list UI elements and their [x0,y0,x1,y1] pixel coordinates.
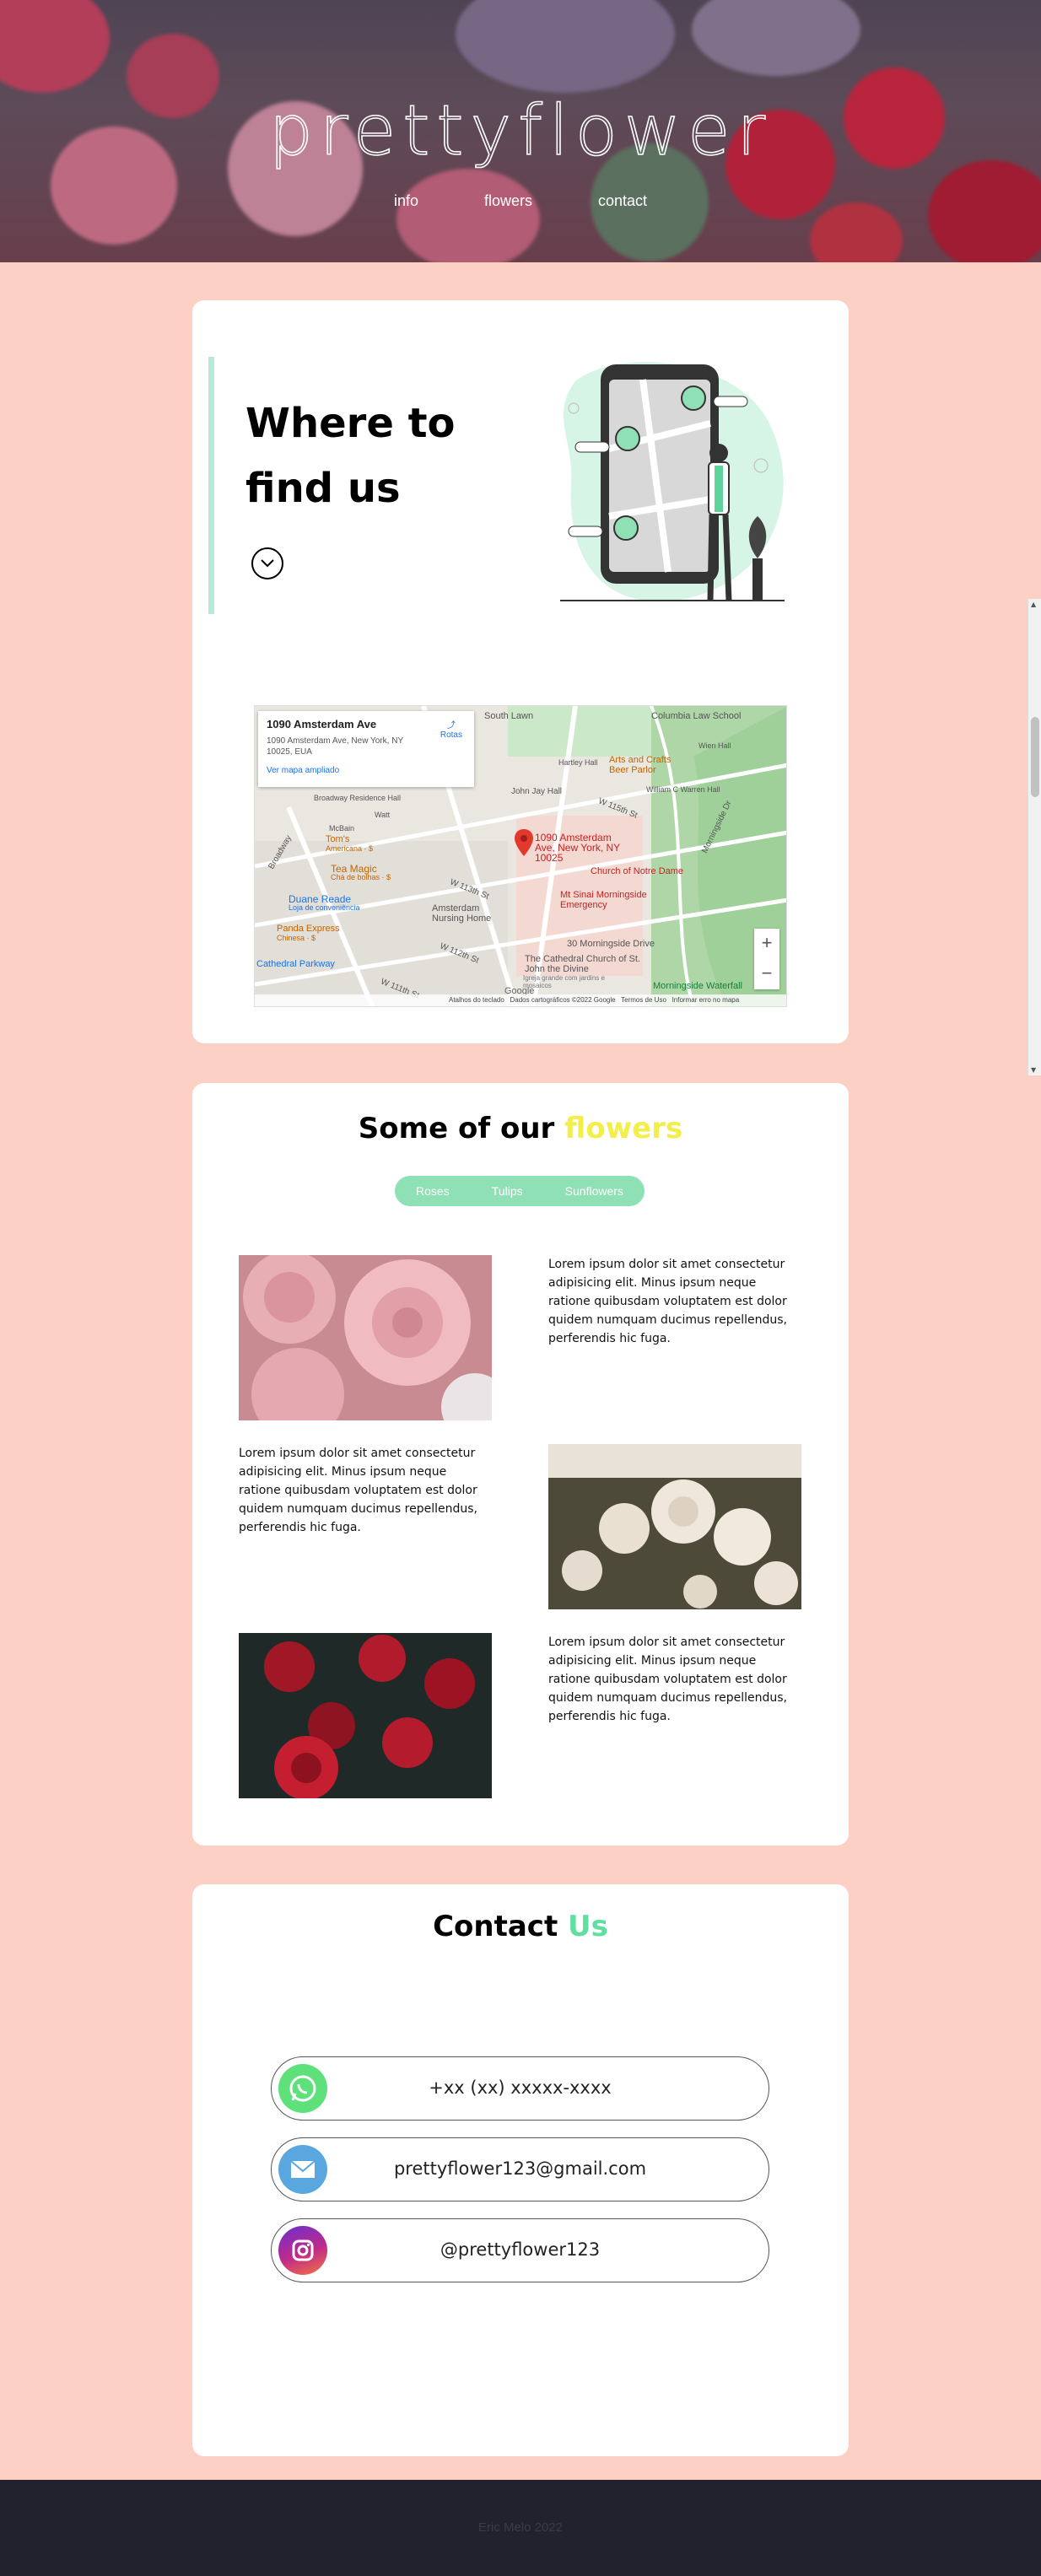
chevron-down-icon [261,559,274,568]
map-label: McBain [329,824,355,833]
contact-title-accent: Us [568,1910,608,1943]
embedded-map[interactable]: 1090 Amsterdam Ave 1090 Amsterdam Ave, N… [254,705,787,1007]
map-attribution: Atalhos do teclado Dados cartográficos ©… [255,994,786,1006]
flower-description: Lorem ipsum dolor sit amet consectetur a… [548,1258,787,1345]
map-label: Chá de bolhas · $ [331,873,391,881]
tab-tulips[interactable]: Tulips [492,1184,523,1198]
larger-map-link[interactable]: Ver mapa ampliado [267,766,466,775]
email-address: prettyflower123@gmail.com [393,2158,647,2179]
contact-title: Contact Us [433,1910,608,1943]
map-data-credit: Dados cartográficos ©2022 Google [510,996,616,1004]
scroll-up-icon[interactable]: ▲ [1031,601,1036,608]
white-roses-image [548,1444,801,1609]
main-nav: info flowers contact [0,192,1041,210]
scrollbar[interactable]: ▲ ▼ [1028,599,1041,1075]
map-label: Panda Express [277,924,340,934]
directions-button[interactable]: ⤴ Rotas [440,718,462,740]
instagram-handle: @prettyflower123 [440,2239,601,2260]
hero-header: prettyflower info flowers contact [0,0,1041,262]
instagram-contact[interactable]: @prettyflower123 [271,2218,769,2282]
map-label: Morningside Waterfall [653,981,742,991]
email-contact[interactable]: prettyflower123@gmail.com [271,2137,769,2201]
map-label: Hartley Hall [558,758,598,767]
report-error-link[interactable]: Informar erro no mapa [672,996,740,1004]
nav-flowers[interactable]: flowers [484,192,532,210]
map-label: 30 Morningside Drive [567,939,655,949]
pin-label: 1090 Amsterdam Ave, New York, NY 10025 [535,832,620,864]
where-card: Where to find us 1090 Amsterdam Ave 1090… [192,300,849,1043]
footer: Eric Melo 2022 [0,2480,1041,2576]
zoom-in-button[interactable]: + [754,929,779,959]
map-label: Watt [375,811,391,819]
footer-credit: Eric Melo 2022 [477,2520,564,2535]
scroll-down-button[interactable] [251,547,283,579]
map-label: William C Warren Hall [646,785,720,794]
map-label: South Lawn [484,711,534,721]
zoom-out-button[interactable]: − [754,959,779,989]
map-person-illustration [560,362,785,602]
map-label: Cathedral Parkway [256,959,335,969]
flowers-title-accent: flowers [564,1112,683,1145]
map-label: Loja de conveniência [289,903,360,912]
map-label: Mt Sinai Morningside Emergency [560,890,647,910]
tab-sunflowers[interactable]: Sunflowers [565,1184,623,1198]
pink-roses-image [239,1255,492,1420]
nav-contact[interactable]: contact [598,192,647,210]
accent-bar [208,357,214,614]
brand-logo: prettyflower [268,90,773,172]
map-label: Tom's [326,834,350,844]
terms-link[interactable]: Termos de Uso [621,996,666,1004]
flowers-card: Some of our flowers Roses Tulips Sunflow… [192,1083,849,1846]
map-label: Wien Hall [698,741,731,750]
map-label: Columbia Law School [651,711,742,721]
flower-tabs: Roses Tulips Sunflowers [395,1176,645,1206]
map-label: Arts and Crafts Beer Parlor [609,755,672,775]
where-title: Where to find us [245,400,456,512]
flower-description: Lorem ipsum dolor sit amet consectetur a… [239,1447,477,1534]
map-label: Amsterdam Nursing Home [432,903,492,924]
nav-info[interactable]: info [394,192,418,210]
map-place-card: 1090 Amsterdam Ave 1090 Amsterdam Ave, N… [258,711,474,787]
directions-icon: ⤴ [446,721,456,730]
scroll-down-icon[interactable]: ▼ [1031,1066,1036,1074]
scroll-thumb[interactable] [1031,717,1039,797]
phone-contact[interactable]: +xx (xx) xxxxx-xxxx [271,2056,769,2121]
zoom-controls: + − [754,929,779,989]
map-label: John Jay Hall [511,787,563,796]
place-name: 1090 Amsterdam Ave [267,718,377,730]
map-label: Chinesa · $ [277,934,316,942]
map-label: The Cathedral Church of St. John the Div… [525,954,640,974]
contact-card: Contact Us +xx (xx) xxxxx-xxxx prettyflo… [192,1884,849,2456]
place-address: 1090 Amsterdam Ave, New York, NY 10025, … [267,736,403,757]
map-label: Broadway Residence Hall [314,794,402,802]
map-label: Igreja grande com jardins e mosaicos [523,974,605,989]
map-label: Church of Notre Dame [591,866,684,876]
map-pin-icon [515,829,533,856]
flowers-title: Some of our flowers [358,1112,683,1145]
flower-description: Lorem ipsum dolor sit amet consectetur a… [548,1636,787,1723]
phone-number: +xx (xx) xxxxx-xxxx [429,2078,612,2098]
keyboard-shortcuts-link[interactable]: Atalhos do teclado [449,996,504,1004]
map-label: Americana · $ [326,844,374,853]
red-roses-image [239,1633,492,1798]
tab-roses[interactable]: Roses [416,1184,450,1198]
